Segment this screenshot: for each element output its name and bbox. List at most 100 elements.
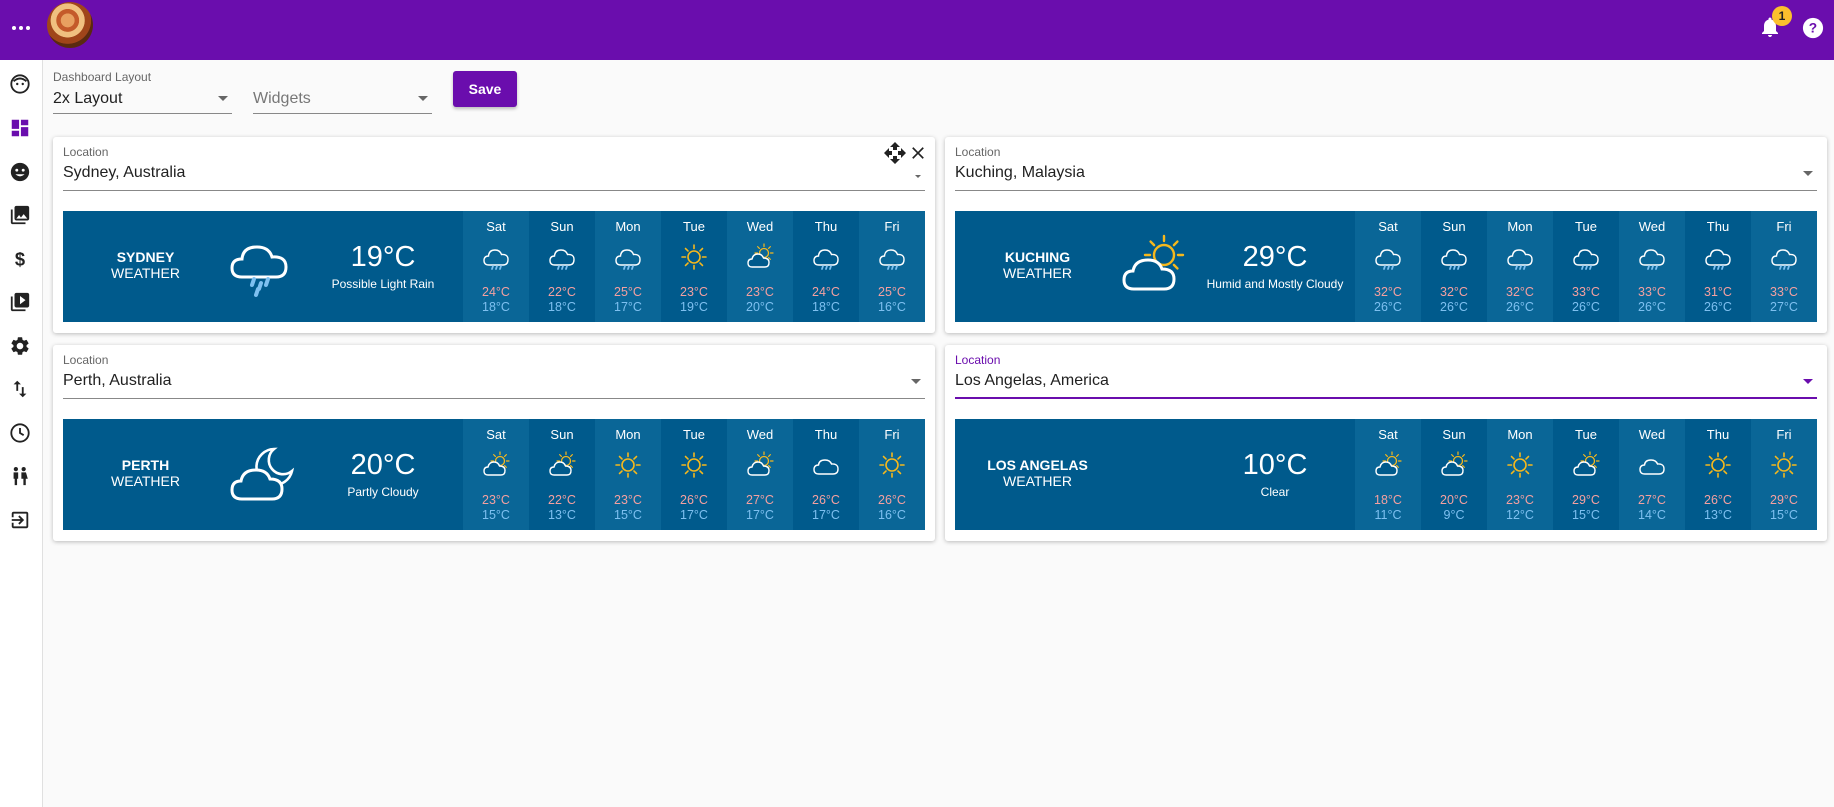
sun-icon xyxy=(614,451,642,479)
forecast-high: 26°C xyxy=(680,493,708,507)
sun-icon xyxy=(680,451,708,479)
forecast-day-name: Tue xyxy=(1575,427,1597,442)
forecast-high: 24°C xyxy=(812,285,840,299)
sun-icon xyxy=(1704,451,1732,479)
forecast-high: 33°C xyxy=(1572,285,1600,299)
sidebar-emoji-icon[interactable] xyxy=(8,160,32,184)
location-select[interactable]: Sydney, Australia xyxy=(63,161,925,191)
forecast-day: Mon 25°C 17°C xyxy=(595,211,661,322)
forecast-high: 32°C xyxy=(1374,285,1402,299)
dashboard-layout-select[interactable]: 2x Layout xyxy=(53,84,232,114)
location-select[interactable]: Kuching, Malaysia xyxy=(955,161,1817,191)
sun-cloud-icon xyxy=(1120,233,1190,303)
moon-cloud-icon xyxy=(228,441,298,511)
current-temperature: 20°C xyxy=(350,449,416,481)
forecast-day-name: Mon xyxy=(1507,219,1533,234)
sidebar-media-icon[interactable] xyxy=(8,290,32,314)
city-name: KUCHING xyxy=(1004,249,1071,265)
city-name: PERTH xyxy=(121,457,170,473)
sidebar-history-icon[interactable] xyxy=(8,421,32,445)
rain-icon xyxy=(1572,243,1600,271)
forecast-day-name: Sun xyxy=(550,219,574,234)
sun-icon xyxy=(878,451,906,479)
sidebar-billing-icon[interactable]: $ xyxy=(8,247,32,271)
cloud-icon xyxy=(1638,451,1666,479)
forecast-high: 25°C xyxy=(614,285,642,299)
sun-icon xyxy=(680,243,708,271)
chevron-down-icon xyxy=(1803,379,1813,384)
forecast-high: 26°C xyxy=(812,493,840,507)
rain-icon xyxy=(1440,243,1468,271)
forecast-high: 33°C xyxy=(1638,285,1666,299)
forecast-low: 18°C xyxy=(482,300,510,314)
forecast-day: Fri 26°C 16°C xyxy=(859,419,925,530)
forecast-day-name: Tue xyxy=(683,427,705,442)
sidebar-photos-icon[interactable] xyxy=(8,203,32,227)
chevron-down-icon xyxy=(911,379,921,384)
forecast-day: Thu 24°C 18°C xyxy=(793,211,859,322)
sidebar-dashboard-icon[interactable] xyxy=(8,116,32,140)
city-heading: PERTH WEATHER xyxy=(63,457,228,489)
forecast-day: Sun 32°C 26°C xyxy=(1421,211,1487,322)
rain-icon xyxy=(878,243,906,271)
forecast-day: Sat 32°C 26°C xyxy=(1355,211,1421,322)
forecast-day-name: Tue xyxy=(683,219,705,234)
city-heading: KUCHING WEATHER xyxy=(955,249,1120,281)
location-select[interactable]: Los Angelas, America xyxy=(955,369,1817,399)
sidebar-transfer-icon[interactable] xyxy=(8,377,32,401)
sidebar-users-icon[interactable] xyxy=(8,464,32,488)
forecast-day-name: Tue xyxy=(1575,219,1597,234)
forecast-low: 17°C xyxy=(614,300,642,314)
app-logo[interactable] xyxy=(47,2,93,48)
forecast-low: 9°C xyxy=(1443,508,1465,522)
forecast-high: 26°C xyxy=(878,493,906,507)
help-icon[interactable]: ? xyxy=(1802,17,1824,39)
rain-icon xyxy=(1704,243,1732,271)
location-select[interactable]: Perth, Australia xyxy=(63,369,925,399)
location-value: Kuching, Malaysia xyxy=(955,164,1085,181)
forecast-low: 26°C xyxy=(1704,300,1732,314)
forecast-low: 18°C xyxy=(548,300,576,314)
city-name: LOS ANGELAS xyxy=(987,457,1088,473)
forecast-day: Tue 33°C 26°C xyxy=(1553,211,1619,322)
moon-icon xyxy=(1120,441,1190,511)
sidebar-profile-icon[interactable] xyxy=(8,72,32,96)
widgets-select[interactable]: Widgets xyxy=(253,84,432,114)
rain-icon xyxy=(812,243,840,271)
forecast-high: 25°C xyxy=(878,285,906,299)
current-temperature: 29°C xyxy=(1242,241,1308,273)
widgets-placeholder: Widgets xyxy=(253,90,311,107)
sidebar-settings-icon[interactable] xyxy=(8,334,32,358)
forecast-day-name: Fri xyxy=(1776,427,1792,442)
weather-panel: PERTH WEATHER 20°C Partly Cloudy Sat 23°… xyxy=(63,419,925,530)
sun-icon xyxy=(1770,451,1798,479)
forecast-low: 16°C xyxy=(878,508,906,522)
forecast-low: 17°C xyxy=(746,508,774,522)
partly-cloudy-icon xyxy=(548,451,576,479)
forecast-day-name: Mon xyxy=(1507,427,1533,442)
cloud-icon xyxy=(812,451,840,479)
rain-icon xyxy=(1770,243,1798,271)
forecast-low: 26°C xyxy=(1440,300,1468,314)
forecast-low: 20°C xyxy=(746,300,774,314)
forecast-low: 15°C xyxy=(1770,508,1798,522)
forecast-day: Thu 26°C 13°C xyxy=(1685,419,1751,530)
sidebar-logout-icon[interactable] xyxy=(8,508,32,532)
sun-icon xyxy=(1506,451,1534,479)
move-icon[interactable] xyxy=(883,141,907,165)
forecast-day: Wed 27°C 14°C xyxy=(1619,419,1685,530)
forecast-day-name: Wed xyxy=(746,219,774,234)
weather-panel: KUCHING WEATHER 29°C Humid and Mostly Cl… xyxy=(955,211,1817,322)
more-menu-icon[interactable] xyxy=(10,16,32,40)
forecast-day-name: Mon xyxy=(615,427,641,442)
forecast-low: 26°C xyxy=(1506,300,1534,314)
save-button[interactable]: Save xyxy=(453,71,517,107)
close-icon[interactable] xyxy=(908,143,928,163)
weather-panel: SYDNEY WEATHER 19°C Possible Light Rain … xyxy=(63,211,925,322)
forecast-low: 16°C xyxy=(878,300,906,314)
partly-cloudy-icon xyxy=(746,243,774,271)
city-suffix: WEATHER xyxy=(1003,473,1072,489)
chevron-down-icon xyxy=(418,96,428,101)
forecast-high: 32°C xyxy=(1506,285,1534,299)
forecast-low: 27°C xyxy=(1770,300,1798,314)
